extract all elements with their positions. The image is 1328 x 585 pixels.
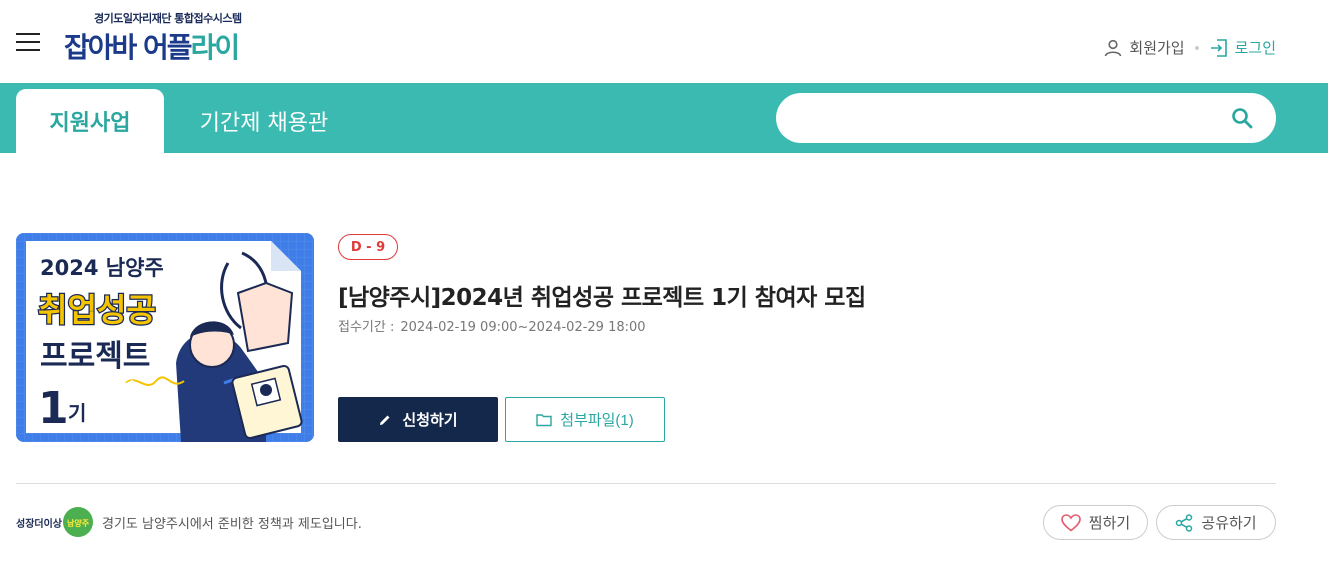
signup-link[interactable]: 회원가입 <box>1103 37 1185 58</box>
apply-label: 신청하기 <box>402 412 458 429</box>
org-logo: 성장더이상 남양주 <box>16 505 94 539</box>
search-box <box>776 93 1276 143</box>
thumbnail-illustration: 2024 남양주 취업성공 프로젝트 1 기 <box>16 233 314 442</box>
login-label: 로그인 <box>1234 39 1276 57</box>
share-button[interactable]: 공유하기 <box>1156 505 1276 540</box>
login-icon <box>1210 38 1227 57</box>
logo-part-3: 라이 <box>190 31 241 64</box>
login-link[interactable]: 로그인 <box>1209 37 1276 58</box>
period-value: 2024-02-19 09:00~2024-02-29 18:00 <box>400 320 646 335</box>
search-icon[interactable] <box>1230 106 1254 130</box>
thumb-line-1: 2024 남양주 <box>40 256 164 280</box>
pencil-icon <box>380 415 390 425</box>
top-header: 경기도일자리재단 통합접수시스템 잡아바 어플라이 회원가입 로그인 <box>0 0 1328 83</box>
folder-icon <box>536 413 552 426</box>
thumb-line-4-suffix: 기 <box>68 401 86 425</box>
search-input[interactable] <box>800 103 1220 133</box>
main-nav: 지원사업 기간제 채용관 <box>0 83 1328 153</box>
apply-button[interactable]: 신청하기 <box>338 397 498 442</box>
user-icon <box>1105 39 1122 56</box>
share-label: 공유하기 <box>1201 514 1257 532</box>
signup-label: 회원가입 <box>1129 39 1185 57</box>
thumb-line-4-num: 1 <box>38 383 69 434</box>
share-icon <box>1176 513 1193 532</box>
tab-support-programs[interactable]: 지원사업 <box>16 89 164 153</box>
program-thumbnail: 2024 남양주 취업성공 프로젝트 1 기 <box>16 233 314 442</box>
logo-part-2: 어플 <box>135 31 193 64</box>
like-label: 찜하기 <box>1088 514 1131 532</box>
logo[interactable]: 잡아바 어플라이 <box>64 26 241 66</box>
attachment-button[interactable]: 첨부파일(1) <box>505 397 665 442</box>
divider <box>16 483 1276 484</box>
org-logo-badge: 남양주 <box>67 518 90 528</box>
heart-icon <box>1060 513 1081 532</box>
thumb-line-2: 취업성공 <box>38 291 156 329</box>
separator-dot <box>1194 45 1199 50</box>
like-button[interactable]: 찜하기 <box>1043 505 1148 540</box>
logo-part-1: 잡아바 <box>64 31 137 64</box>
period-label: 접수기간 : <box>338 320 395 335</box>
logo-subtitle: 경기도일자리재단 통합접수시스템 <box>94 12 242 25</box>
attachment-label: 첨부파일(1) <box>560 412 634 429</box>
application-period: 접수기간 : 2024-02-19 09:00~2024-02-29 18:00 <box>338 316 646 335</box>
dday-badge: D - 9 <box>338 234 398 260</box>
tab-temporary-jobs[interactable]: 기간제 채용관 <box>176 89 352 153</box>
thumb-line-3: 프로젝트 <box>40 339 150 374</box>
org-description: 경기도 남양주시에서 준비한 정책과 제도입니다. <box>102 517 362 532</box>
org-logo-text: 성장더이상 <box>16 517 63 530</box>
program-title: [남양주시]2024년 취업성공 프로젝트 1기 참여자 모집 <box>338 285 866 311</box>
menu-icon[interactable] <box>16 33 40 51</box>
utility-menu: 회원가입 로그인 <box>1103 37 1276 58</box>
